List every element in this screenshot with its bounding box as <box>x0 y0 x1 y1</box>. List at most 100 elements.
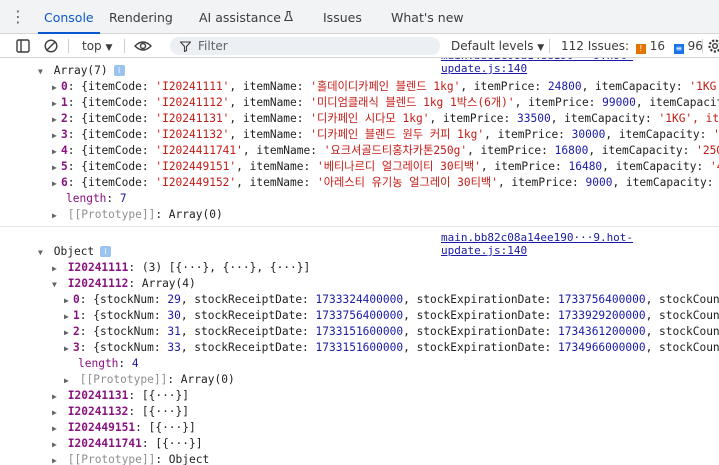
field-label: , stockExpirationDate: <box>403 309 559 322</box>
drawer-tab-bar: ⋮ Console Rendering AI assistance Issues… <box>0 0 719 34</box>
entry-value: Array(4) <box>141 277 196 290</box>
object-entry[interactable]: ▶ I20241131: [{···}] <box>52 388 189 404</box>
tab-rendering[interactable]: Rendering <box>109 0 173 34</box>
object-entry[interactable]: ▶ I20241132: [{···}] <box>52 404 189 420</box>
expand-triangle-icon[interactable]: ▶ <box>52 453 61 465</box>
array-prototype[interactable]: ▶ [[Prototype]]: Array(0) <box>52 207 223 223</box>
field-label: , itemPrice: <box>467 144 555 157</box>
expand-triangle-icon[interactable]: ▶ <box>52 96 61 112</box>
stock-num: 29 <box>167 293 181 306</box>
item-code: 'I20241112' <box>155 96 230 109</box>
filter-field[interactable] <box>170 37 440 55</box>
expand-triangle-icon[interactable]: ▶ <box>64 373 73 389</box>
array-item-row[interactable]: ▶ 2: {itemCode: 'I20241131', itemName: '디… <box>52 111 719 127</box>
item-price: 16480 <box>568 160 603 173</box>
expand-triangle-icon[interactable]: ▼ <box>52 277 61 293</box>
colon: : <box>141 437 156 450</box>
info-badge-icon: i <box>113 65 125 76</box>
issues-counter[interactable]: 112 Issues: ! 16 ≡ 96 <box>561 34 703 58</box>
colon: : <box>79 309 94 322</box>
context-selector[interactable]: top ▼ <box>82 34 112 58</box>
colon: : <box>67 144 82 157</box>
item-name: '요크셔골드티홍차카톤250g' <box>323 144 468 157</box>
sidebar-toggle-icon[interactable] <box>16 39 30 53</box>
array-item-row[interactable]: ▶ 0: {itemCode: 'I20241111', itemName: '홀… <box>52 79 719 95</box>
expand-triangle-icon[interactable]: ▶ <box>52 128 61 144</box>
field-label: , stockReceiptDate: <box>180 309 316 322</box>
expand-triangle-icon[interactable]: ▶ <box>52 405 61 421</box>
expand-triangle-icon[interactable]: ▶ <box>52 389 61 405</box>
object-prototype[interactable]: ▶ [[Prototype]]: Object <box>52 452 209 465</box>
expand-triangle-icon[interactable]: ▶ <box>64 309 73 325</box>
tab-ai-assistance[interactable]: AI assistance <box>199 0 293 34</box>
console-toolbar: top ▼ Default levels ▼ 112 Issues: ! 16 … <box>0 34 719 58</box>
filter-input[interactable] <box>198 37 428 55</box>
expand-triangle-icon[interactable]: ▶ <box>52 437 61 453</box>
object-entry[interactable]: ▶ I20241111: (3) [{···}, {···}, {···}] <box>52 260 310 276</box>
array-header[interactable]: ▼ Array(7) i <box>38 63 125 79</box>
warning-count: 16 <box>649 39 665 53</box>
inner-array-prototype[interactable]: ▶ [[Prototype]]: Array(0) <box>64 372 235 388</box>
expand-triangle-icon[interactable]: ▶ <box>64 325 73 341</box>
field-label: {itemCode: <box>81 80 156 93</box>
log-levels-dropdown[interactable]: Default levels ▼ <box>451 34 544 58</box>
expand-triangle-icon[interactable]: ▶ <box>52 208 61 224</box>
stock-item-row[interactable]: ▶ 0: {stockNum: 29, stockReceiptDate: 173… <box>64 292 719 308</box>
array-length: length: 7 <box>66 192 127 205</box>
item-index: 6 <box>61 176 68 189</box>
field-label: , itemName: <box>236 160 317 173</box>
prototype-key: [[Prototype]] <box>79 373 168 386</box>
tab-issues[interactable]: Issues <box>323 0 362 34</box>
colon: : <box>128 389 142 402</box>
array-item-row[interactable]: ▶ 1: {itemCode: 'I20241112', itemName: '미… <box>52 95 719 111</box>
eye-icon[interactable] <box>134 40 152 52</box>
field-label: , stockReceiptDate: <box>180 341 316 354</box>
object-entry[interactable]: ▶ I202449151: [{···}] <box>52 420 196 436</box>
array-item-row[interactable]: ▶ 3: {itemCode: 'I20241132', itemName: '디… <box>52 127 719 143</box>
expand-triangle-icon[interactable]: ▶ <box>52 160 61 176</box>
stock-item-row[interactable]: ▶ 1: {stockNum: 30, stockReceiptDate: 173… <box>64 308 719 324</box>
item-capacity: '1KG', itemUn <box>658 112 719 125</box>
toolbar-divider <box>702 39 703 53</box>
item-capacity: '250g' <box>696 144 719 157</box>
colon: : <box>135 421 149 434</box>
field-label: , itemCapacity: <box>602 160 710 173</box>
array-item-row[interactable]: ▶ 5: {itemCode: 'I202449151', itemName: '… <box>52 159 719 175</box>
clear-console-icon[interactable] <box>44 39 58 53</box>
field-label: , itemPrice: <box>460 80 548 93</box>
field-label: {itemCode: <box>81 144 156 157</box>
console-output: main.bb82c08a14ee190···9.hot-update.js:1… <box>0 58 719 465</box>
object-header[interactable]: ▼ Object i <box>38 244 112 261</box>
colon: : <box>79 293 94 306</box>
entry-value: [{···}] <box>141 405 190 418</box>
array-item-row[interactable]: ▶ 4: {itemCode: 'I2024411741', itemName: … <box>52 143 719 159</box>
array-item-row[interactable]: ▶ 6: {itemCode: 'I202449152', itemName: '… <box>52 175 719 191</box>
expand-triangle-icon[interactable]: ▶ <box>64 293 73 309</box>
object-entry[interactable]: ▶ I2024411741: [{···}] <box>52 436 202 452</box>
expand-triangle-icon[interactable]: ▶ <box>52 80 61 96</box>
expand-triangle-icon[interactable]: ▶ <box>52 261 61 277</box>
expand-triangle-icon[interactable]: ▼ <box>38 245 47 261</box>
menu-icon[interactable]: ⋮ <box>10 5 26 29</box>
entry-value: [{···}] <box>141 389 190 402</box>
expand-triangle-icon[interactable]: ▶ <box>52 144 61 160</box>
stock-item-row[interactable]: ▶ 2: {stockNum: 31, stockReceiptDate: 173… <box>64 324 719 340</box>
field-label: , stockCount: <box>645 341 719 354</box>
object-entry[interactable]: ▼ I20241112: Array(4) <box>52 276 196 292</box>
expand-triangle-icon[interactable]: ▼ <box>38 64 47 80</box>
source-link[interactable]: main.bb82c08a14ee190···9.hot-update.js:1… <box>441 58 719 75</box>
colon: : <box>67 176 82 189</box>
expand-triangle-icon[interactable]: ▶ <box>64 341 73 357</box>
tab-console[interactable]: Console <box>38 0 100 34</box>
field-label: , itemName: <box>229 128 311 141</box>
source-link[interactable]: main.bb82c08a14ee190···9.hot-update.js:1… <box>441 231 719 257</box>
field-label: , itemCapacity: <box>550 112 659 125</box>
expand-triangle-icon[interactable]: ▶ <box>52 176 61 192</box>
tab-whats-new[interactable]: What's new <box>391 0 464 34</box>
expand-triangle-icon[interactable]: ▶ <box>52 421 61 437</box>
stock-item-row[interactable]: ▶ 3: {stockNum: 33, stockReceiptDate: 173… <box>64 340 719 356</box>
stock-index: 3 <box>73 341 80 354</box>
settings-gear-icon[interactable] <box>707 38 719 54</box>
item-index: 0 <box>61 80 68 93</box>
expand-triangle-icon[interactable]: ▶ <box>52 112 61 128</box>
